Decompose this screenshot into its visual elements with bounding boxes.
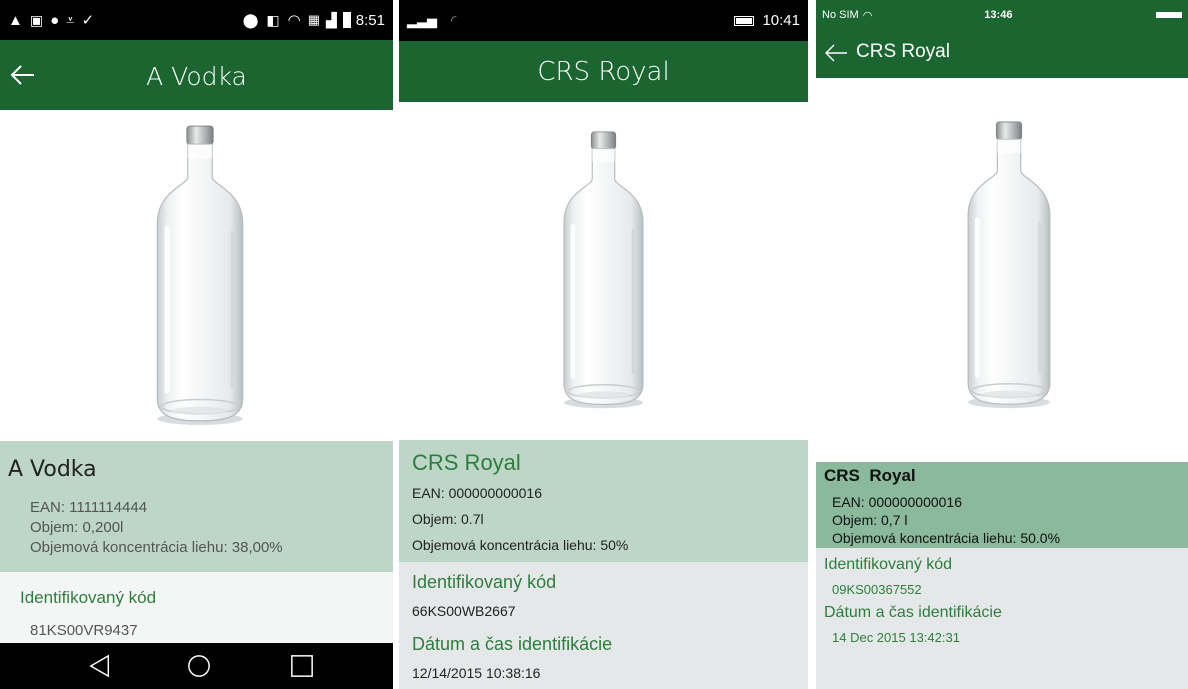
alcohol-text: Objemová koncentrácia liehu: 38,00%: [30, 539, 283, 556]
nfc-icon: ◧: [266, 11, 280, 28]
ean-text: EAN: 000000000016: [412, 485, 542, 501]
code-value: 81KS00VR9437: [30, 622, 138, 639]
info-icon: ●: [50, 11, 60, 29]
location-icon: ⬤: [242, 11, 259, 28]
ean-text: EAN: 1111114444: [30, 499, 148, 516]
product-info: CRS Royal EAN: 000000000016 Objem: 0.7l …: [399, 440, 808, 562]
identification-info: Identifikovaný kód 81KS00VR9437: [0, 572, 393, 643]
code-label: Identifikovaný kód: [20, 588, 157, 607]
nav-home-icon[interactable]: [187, 654, 211, 678]
alcohol-text: Objemová koncentrácia liehu: 50.0%: [832, 530, 1061, 546]
code-label: Identifikovaný kód: [412, 572, 557, 592]
volume-text: Objem: 0.7l: [412, 511, 484, 527]
product-info: A Vodka EAN: 1111114444 Objem: 0,200l Ob…: [0, 441, 393, 572]
ean-text: EAN: 000000000016: [832, 494, 962, 510]
signal-icon: ▂▃▅: [407, 12, 437, 28]
status-carrier: No SIM: [822, 9, 859, 21]
battery-icon: [734, 15, 755, 26]
identification-info: Identifikovaný kód 66KS00WB2667 Dátum a …: [399, 562, 808, 689]
product-name: CRS Royal: [412, 450, 521, 475]
nav-back-icon[interactable]: [88, 654, 112, 678]
screen-a-vodka: ▲ ▣ ● ⩡ ✓ ⬤ ◧ ◠ ▦ ▟ 8:51 A Vodka A Vodka…: [0, 0, 393, 689]
status-bar: ▲ ▣ ● ⩡ ✓ ⬤ ◧ ◠ ▦ ▟ 8:51: [0, 0, 393, 40]
status-time: 8:51: [355, 11, 385, 29]
status-bar: ▂▃▅ ◜ 10:41: [399, 0, 808, 41]
date-label: Dátum a čas identifikácie: [824, 604, 1002, 621]
back-arrow-icon[interactable]: [823, 41, 849, 65]
bottle-image: [146, 124, 254, 429]
status-time: 13:46: [984, 9, 1013, 21]
data-icon: ▦: [307, 12, 321, 27]
page-title: CRS Royal: [537, 57, 670, 87]
bottle-image: [551, 130, 656, 412]
wifi-icon: ◜: [451, 12, 457, 28]
screen-crs-royal-android: ▂▃▅ ◜ 10:41 CRS Royal CRS Royal EAN: 000…: [399, 0, 808, 689]
wifi-icon: ◠: [862, 9, 873, 22]
screen-crs-royal-ios: No SIM ◠ 13:46 CRS Royal CRS Royal EAN: …: [816, 0, 1188, 689]
image-icon: ▣: [29, 11, 44, 28]
product-name: CRS Royal: [824, 466, 916, 485]
page-title: CRS Royal: [856, 41, 950, 62]
battery-icon: [1156, 12, 1182, 18]
app-bar: CRS Royal: [399, 41, 808, 102]
page-title: A Vodka: [146, 62, 247, 91]
battery-icon: [342, 12, 351, 28]
volume-text: Objem: 0,7 l: [832, 512, 908, 528]
status-time: 10:41: [762, 12, 800, 29]
product-name: A Vodka: [8, 457, 97, 482]
warning-icon: ▲: [8, 11, 23, 29]
signal-icon: ▟: [326, 11, 337, 28]
date-value: 14 Dec 2015 13:42:31: [832, 630, 960, 645]
check-icon: ✓: [81, 12, 95, 29]
app-bar: CRS Royal: [816, 30, 1188, 78]
identification-info: Identifikovaný kód 09KS00367552 Dátum a …: [816, 548, 1188, 689]
code-label: Identifikovaný kód: [824, 556, 953, 573]
alcohol-text: Objemová koncentrácia liehu: 50%: [412, 537, 629, 553]
code-value: 66KS00WB2667: [412, 603, 516, 619]
system-nav-bar: [0, 643, 393, 689]
download-icon: ⩡: [66, 11, 75, 29]
app-bar: A Vodka: [0, 40, 393, 110]
nav-recents-icon[interactable]: [290, 654, 314, 678]
date-value: 12/14/2015 10:38:16: [412, 665, 541, 681]
bottle-image: [957, 120, 1061, 412]
date-label: Dátum a čas identifikácie: [412, 634, 613, 654]
status-bar: No SIM ◠ 13:46: [816, 0, 1188, 30]
wifi-icon: ◠: [287, 12, 301, 29]
product-info: CRS Royal EAN: 000000000016 Objem: 0,7 l…: [816, 462, 1188, 548]
volume-text: Objem: 0,200l: [30, 519, 124, 536]
code-value: 09KS00367552: [832, 582, 922, 597]
